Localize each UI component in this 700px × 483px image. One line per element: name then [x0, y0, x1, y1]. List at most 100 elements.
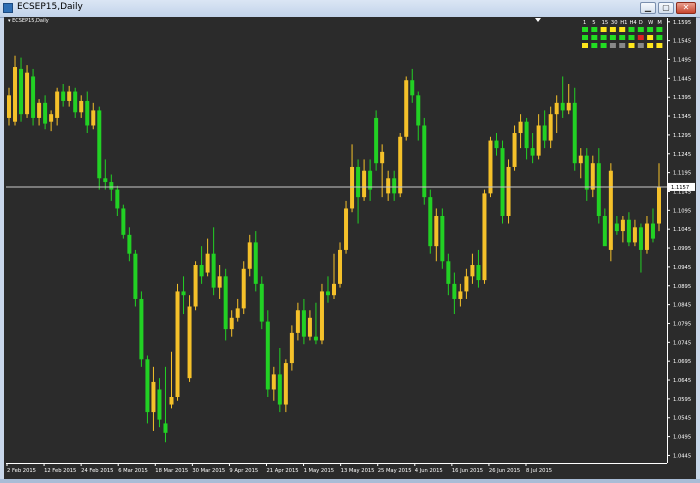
candle-body: [133, 253, 138, 299]
candle-body: [506, 166, 511, 216]
candle-body: [476, 265, 481, 281]
candle-body: [518, 121, 523, 134]
timeframe-label: M: [657, 20, 661, 26]
timeframe-signal-cell: [628, 27, 635, 32]
candle-body: [650, 223, 655, 239]
candle-body: [560, 102, 565, 111]
candle-body: [590, 163, 595, 190]
timeframe-signal-cell: [609, 27, 616, 32]
time-tick-label: 26 Jun 2015: [489, 468, 520, 474]
candle-body: [115, 189, 120, 209]
candle-body: [301, 310, 306, 337]
timeframe-signal-cell: [609, 35, 616, 40]
candle-body: [494, 140, 499, 149]
candle-body: [338, 249, 343, 284]
candle-body: [452, 283, 457, 299]
candle-body: [325, 291, 330, 296]
price-tick-label: 1.0695: [673, 359, 691, 365]
timeframe-signal-cell: [628, 35, 635, 40]
candle-body: [410, 80, 415, 96]
candle-body: [608, 170, 613, 250]
candle-body: [657, 186, 661, 224]
candle-body: [313, 336, 318, 341]
candle-body: [319, 291, 324, 341]
timeframe-signal-cell: [637, 35, 644, 40]
candle-body: [614, 223, 619, 232]
candle-body: [374, 117, 379, 164]
timeframe-signal-cell: [591, 27, 598, 32]
candle-body: [103, 178, 108, 183]
candle-body: [205, 253, 210, 273]
current-price-label: 1.1157: [671, 185, 689, 191]
timeframe-signal-cell: [656, 27, 663, 32]
price-tick-label: 1.0845: [673, 303, 691, 309]
timeframe-signal-cell: [582, 35, 588, 40]
candle-body: [277, 374, 282, 405]
candle-body: [61, 91, 66, 101]
time-tick-label: 18 Mar 2015: [155, 468, 188, 474]
candle-body: [127, 234, 132, 254]
candlestick-chart[interactable]: 1.1595 1.1545 1.1495 1.1445 1.1395 1.1345 1.12…: [0, 0, 700, 483]
timeframe-label: 15: [602, 20, 609, 26]
candle-body: [524, 121, 529, 149]
timeframe-signal-cell: [656, 43, 663, 48]
candle-body: [49, 114, 54, 122]
candle-body: [380, 151, 385, 164]
candle-body: [500, 148, 505, 216]
candle-body: [356, 166, 361, 198]
candle-body: [211, 253, 216, 288]
timeframe-signal-cell: [600, 27, 607, 32]
candle-body: [398, 136, 403, 194]
price-tick-label: 1.1195: [673, 171, 691, 177]
time-tick-label: 9 Apr 2015: [229, 468, 258, 474]
price-tick-label: 1.0945: [673, 265, 691, 271]
timeframe-label: 5: [592, 20, 595, 26]
candle-body: [157, 389, 162, 420]
candle-body: [428, 197, 433, 247]
candle-body: [289, 332, 294, 364]
bottom-bar: [0, 479, 700, 483]
timeframe-signal-cell: [647, 27, 654, 32]
candle-body: [458, 291, 463, 299]
candle-body: [350, 166, 355, 209]
price-tick-label: 1.1445: [673, 76, 691, 82]
candle-body: [223, 276, 228, 330]
candle-body: [482, 193, 487, 281]
price-tick-label: 1.1545: [673, 39, 691, 45]
timeframe-label: D: [639, 20, 643, 26]
candle-body: [584, 155, 589, 190]
price-tick-label: 1.0545: [673, 416, 691, 422]
timeframe-label: 30: [611, 20, 618, 26]
price-tick-label: 1.0745: [673, 340, 691, 346]
time-tick-label: 12 Feb 2015: [44, 468, 76, 474]
price-tick-label: 1.0895: [673, 284, 691, 290]
price-tick-label: 1.1095: [673, 208, 691, 214]
candle-body: [644, 223, 649, 250]
candle-body: [602, 215, 607, 247]
candle-body: [530, 148, 535, 156]
candle-body: [416, 95, 421, 126]
time-tick-label: 8 Jul 2015: [526, 468, 552, 474]
candle-body: [169, 397, 174, 405]
candle-body: [109, 182, 114, 190]
time-tick-label: 4 Jun 2015: [415, 468, 443, 474]
candle-body: [632, 227, 637, 243]
candle-body: [446, 261, 451, 284]
timeframe-signal-cell: [647, 43, 654, 48]
candle-body: [265, 321, 270, 390]
candle-body: [392, 178, 397, 194]
candle-body: [283, 363, 288, 405]
candle-body: [187, 306, 192, 379]
candle-body: [295, 310, 300, 333]
candle-body: [512, 133, 517, 167]
timeframe-signal-cell: [637, 27, 644, 32]
time-tick-label: 16 Jun 2015: [452, 468, 483, 474]
candle-body: [7, 95, 11, 118]
chart-shift-marker-icon[interactable]: [535, 18, 541, 22]
candle-body: [626, 219, 631, 243]
candle-body: [193, 265, 198, 307]
candle-body: [386, 178, 391, 194]
candle-body: [488, 140, 493, 194]
time-tick-label: 21 Apr 2015: [267, 468, 299, 474]
candle-body: [440, 215, 445, 262]
